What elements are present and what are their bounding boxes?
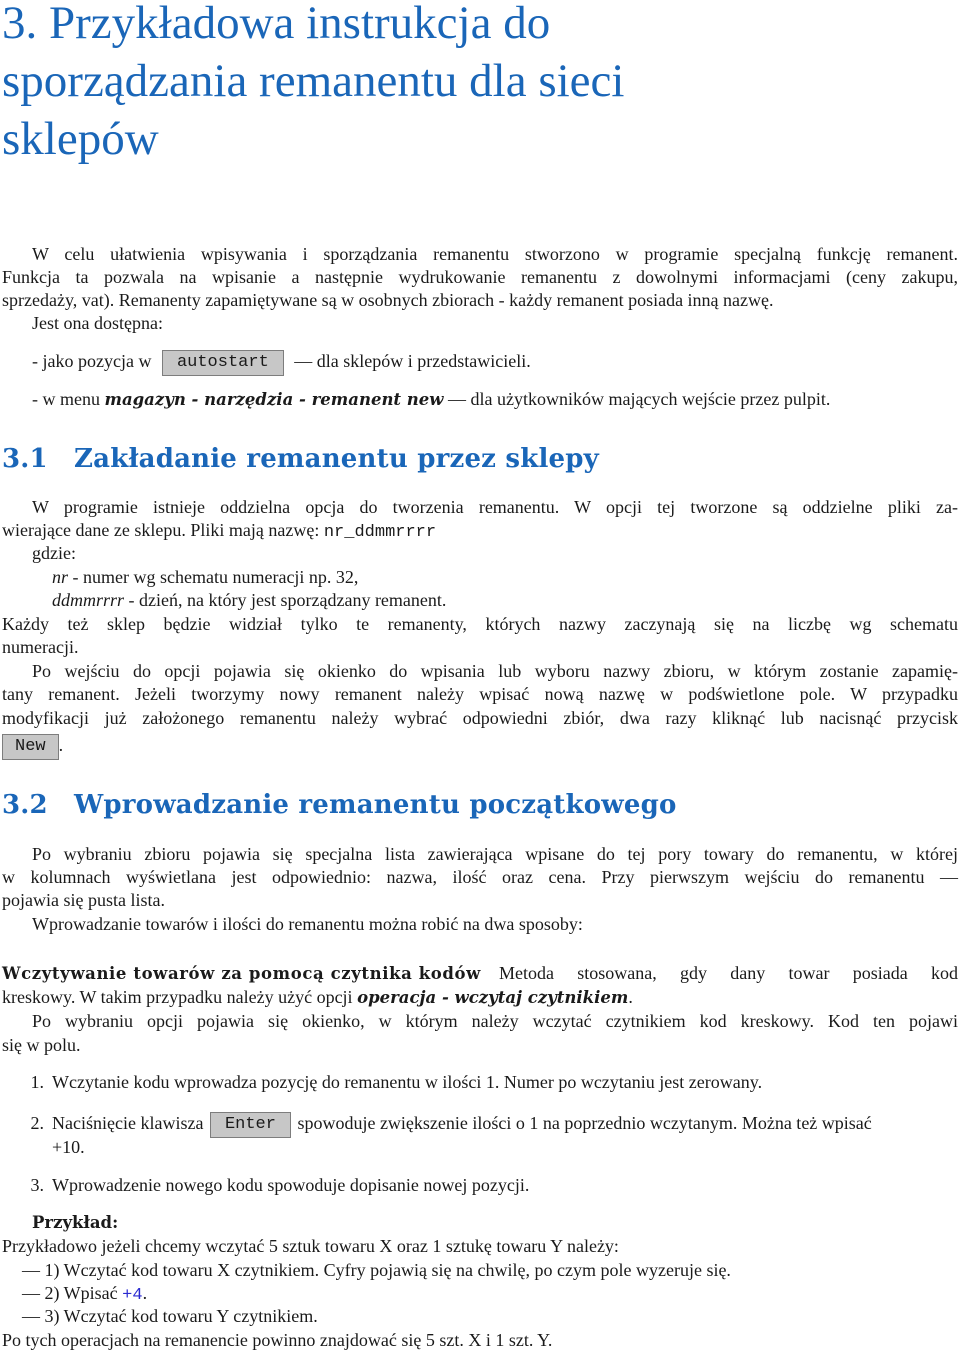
step-text: — 2) Wpisać bbox=[22, 1283, 123, 1303]
list-number: 2. bbox=[30, 1113, 45, 1134]
method-line-1: Wczytywanie towarów za pomocą czytnika k… bbox=[2, 962, 958, 986]
intro-line-2: Funkcja ta pozwala na wpisanie a następn… bbox=[2, 267, 958, 287]
method-term: Wczytywanie towarów za pomocą czytnika k… bbox=[2, 964, 481, 983]
list-text: Wczytanie kodu wprowadza pozycję do rema… bbox=[52, 1072, 763, 1092]
access-suffix: — dla użytkowników mających wejście prze… bbox=[448, 389, 831, 409]
list-item: 2. Naciśnięcie klawisza Enter spowoduje z… bbox=[2, 1112, 958, 1138]
s32-p3-line-2: się w polu. bbox=[2, 1035, 81, 1055]
s31-p2-line-2: tany remanent. Jeżeli tworzymy nowy rema… bbox=[2, 684, 958, 704]
section-heading-3-2: 3.2 Wprowadzanie remanentu początkowego bbox=[2, 790, 677, 820]
access-suffix: — dla sklepów i przedstawicieli. bbox=[294, 351, 531, 372]
list-item: 1. Wczytanie kodu wprowadza pozycję do re… bbox=[2, 1071, 958, 1095]
example-step-2: — 2) Wpisać +4. bbox=[2, 1282, 958, 1308]
method-text: kreskowy. W takim przypadku należy użyć … bbox=[2, 987, 358, 1007]
s31-new-line: New. bbox=[2, 734, 958, 760]
period: . bbox=[58, 735, 64, 756]
title-line-3: sklepów bbox=[2, 113, 159, 165]
s31-p2-line-3: modyfikacji już założonego remanentu nal… bbox=[2, 708, 958, 728]
new-button[interactable]: New bbox=[2, 734, 59, 760]
list-item: 3. Wprowadzenie nowego kodu spowoduje dop… bbox=[2, 1174, 958, 1198]
list-number: 3. bbox=[30, 1175, 45, 1195]
method-description: Metoda stosowana, gdy dany towar posiada… bbox=[498, 963, 958, 983]
s32-p1-line-1: Po wybraniu zbioru pojawia się specjalna… bbox=[32, 844, 958, 864]
s32-p1-line-2: w kolumnach wyświetlana jest odpowiednio… bbox=[2, 867, 958, 887]
access-prefix: - w menu bbox=[32, 389, 100, 409]
s31-line-2: wierające dane ze sklepu. Pliki mają naz… bbox=[2, 519, 958, 545]
section-title: Wprowadzanie remanentu początkowego bbox=[74, 790, 677, 820]
section-heading-3-1: 3.1 Zakładanie remanentu przez sklepy bbox=[2, 444, 599, 474]
s32-p3-line-1: Po wybraniu opcji pojawia się okienko, w… bbox=[32, 1011, 958, 1031]
list-text: Naciśnięcie klawisza bbox=[52, 1113, 204, 1134]
access-prefix: - jako pozycja w bbox=[32, 351, 152, 372]
example-step-1: — 1) Wczytać kod towaru X czytnikiem. Cy… bbox=[22, 1260, 731, 1280]
example-intro: Przykładowo jeżeli chcemy wczytać 5 sztu… bbox=[2, 1236, 619, 1256]
s32-p2: Wprowadzanie towarów i ilości do remanen… bbox=[32, 914, 583, 934]
title-line-1: 3. Przykładowa instrukcja do bbox=[2, 0, 551, 49]
section-title: Zakładanie remanentu przez sklepy bbox=[74, 444, 599, 474]
list-text: spowoduje zwiększenie ilości o 1 na popr… bbox=[297, 1113, 872, 1134]
section-number: 3.1 bbox=[2, 444, 48, 474]
title-line-2: sporządzania remanentu dla sieci bbox=[2, 55, 625, 107]
s31-where: gdzie: bbox=[32, 543, 76, 563]
example-result: Po tych operacjach na remanencie powinno… bbox=[2, 1330, 553, 1350]
section-number: 3.2 bbox=[2, 790, 48, 820]
intro-line-1: W celu ułatwienia wpisywania i sporządza… bbox=[32, 244, 958, 264]
list-item-continuation: +10. bbox=[52, 1137, 85, 1157]
input-code: +4 bbox=[122, 1286, 143, 1305]
menu-path: magazyn - narzędzia - remanent new bbox=[104, 390, 444, 409]
example-label: Przykład: bbox=[32, 1213, 119, 1232]
method-line-2: kreskowy. W takim przypadku należy użyć … bbox=[2, 986, 958, 1010]
access-item-autostart: - jako pozycja w autostart — dla sklepów… bbox=[2, 350, 958, 376]
s31-each-2: numeracji. bbox=[2, 637, 79, 657]
s32-p1-line-3: pojawia się pusta lista. bbox=[2, 890, 165, 910]
period: . bbox=[142, 1283, 148, 1303]
definition-date: ddmmrrrr - dzień, na który jest sporządz… bbox=[2, 589, 958, 613]
period: . bbox=[628, 987, 633, 1007]
enter-key-button[interactable]: Enter bbox=[209, 1112, 291, 1138]
s31-p2-line-1: Po wejściu do opcji pojawia się okienko … bbox=[32, 661, 958, 681]
list-number: 1. bbox=[30, 1072, 45, 1092]
s31-each-1: Każdy też sklep będzie widział tylko te … bbox=[2, 614, 958, 634]
access-item-menu: - w menu magazyn - narzędzia - remanent … bbox=[2, 388, 958, 412]
menu-path: operacja - wczytaj czytnikiem bbox=[357, 988, 629, 1007]
autostart-button[interactable]: autostart bbox=[161, 350, 284, 376]
definition-nr: nr - numer wg schematu numeracji np. 32, bbox=[2, 566, 958, 590]
definition-term: ddmmrrrr bbox=[52, 590, 125, 610]
filename-pattern: nr_ddmmrrrr bbox=[323, 523, 437, 542]
list-text: Wprowadzenie nowego kodu spowoduje dopis… bbox=[52, 1175, 530, 1195]
intro-line-4: Jest ona dostępna: bbox=[32, 313, 163, 333]
s31-line-2-text: wierające dane ze sklepu. Pliki mają naz… bbox=[2, 520, 324, 540]
definition-text: - dzień, na który jest sporządzany reman… bbox=[124, 590, 447, 610]
definition-term: nr bbox=[52, 567, 69, 587]
example-step-3: — 3) Wczytać kod towaru Y czytnikiem. bbox=[22, 1306, 318, 1326]
intro-line-3: sprzedaży, vat). Remanenty zapamiętywane… bbox=[2, 290, 774, 310]
definition-text: - numer wg schematu numeracji np. 32, bbox=[68, 567, 359, 587]
s31-line-1: W programie istnieje oddzielna opcja do … bbox=[32, 497, 958, 517]
